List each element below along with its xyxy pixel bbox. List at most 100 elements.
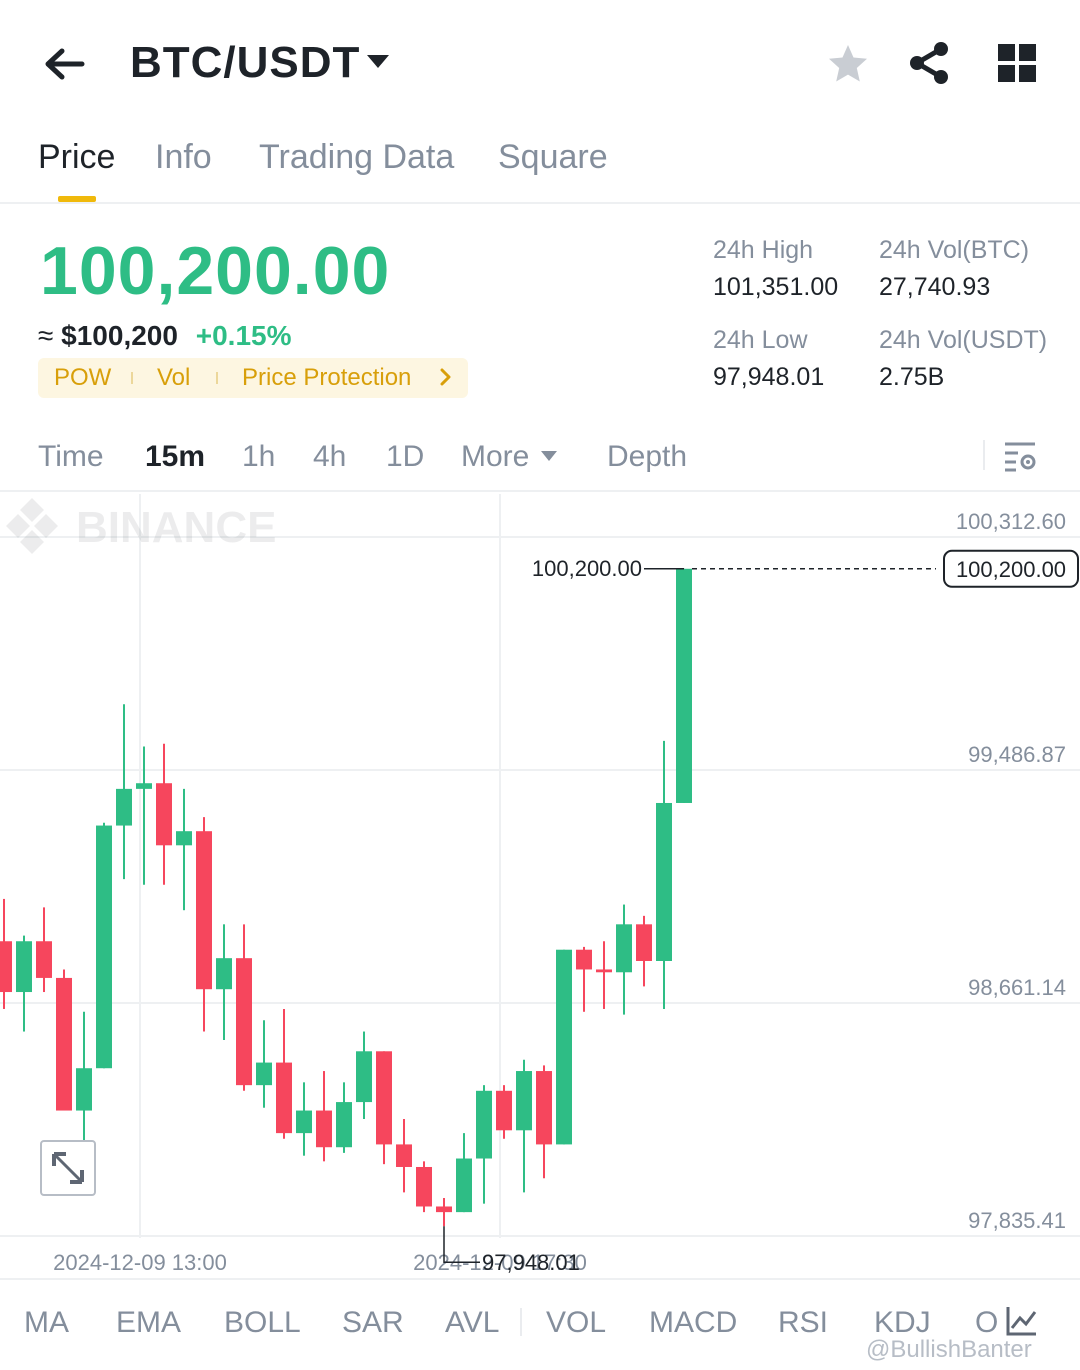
interval-depth[interactable]: Depth <box>607 440 687 474</box>
y-axis-tick-label: 99,486.87 <box>968 742 1066 767</box>
interval-4h[interactable]: 4h <box>313 440 346 474</box>
last-price-badge-label: 100,200.00 <box>956 557 1066 582</box>
stat-24h-vol-usdt: 24h Vol(USDT) 2.75B <box>879 326 1047 392</box>
star-icon[interactable] <box>826 42 870 86</box>
indicator-vol[interactable]: VOL <box>546 1306 606 1340</box>
candle-body <box>116 788 132 826</box>
stat-value: 101,351.00 <box>713 273 839 301</box>
stat-24h-vol-btc: 24h Vol(BTC) 27,740.93 <box>879 236 1029 302</box>
candle-body <box>456 1158 472 1213</box>
candle-body <box>576 949 592 970</box>
stat-value: 2.75B <box>879 363 945 391</box>
indicator-ema[interactable]: EMA <box>116 1306 181 1340</box>
candle-body <box>376 1051 392 1145</box>
interval-bar: Time 15m 1h 4h 1D More Depth <box>0 428 1080 492</box>
line-chart-icon[interactable] <box>1004 1304 1038 1338</box>
stat-label: 24h High <box>713 236 814 264</box>
grid-menu-icon[interactable] <box>996 42 1038 84</box>
y-axis-tick-label: 100,312.60 <box>956 509 1066 534</box>
candle-body <box>516 1071 532 1131</box>
credit-watermark: @BullishBanter <box>866 1336 1032 1363</box>
indicator-boll[interactable]: BOLL <box>224 1306 301 1340</box>
fullscreen-button[interactable] <box>40 1140 96 1196</box>
approx-symbol: ≈ <box>38 320 54 351</box>
app-header: BTC/USDT <box>0 0 1080 120</box>
tag-vol[interactable]: Vol <box>157 364 190 392</box>
interval-1h[interactable]: 1h <box>242 440 275 474</box>
interval-more[interactable]: More <box>461 440 529 474</box>
candle-body <box>496 1090 512 1131</box>
price-chart[interactable]: 100,312.60 99,486.87 98,661.14 97,835.41 202… <box>0 494 1080 1278</box>
x-axis-tick-label: 2024-12-09 13:00 <box>53 1250 227 1275</box>
fiat-price: $100,200 <box>61 320 178 351</box>
candle-body <box>96 825 112 1069</box>
candlestick-chart[interactable]: 100,312.60 99,486.87 98,661.14 97,835.41 202… <box>0 494 1080 1278</box>
high-marker-label: 100,200.00 <box>532 556 642 581</box>
indicator-avl[interactable]: AVL <box>445 1306 499 1340</box>
tag-bar[interactable]: POW Vol Price Protection <box>38 358 468 398</box>
chart-settings-icon[interactable] <box>1002 438 1038 474</box>
stat-value: 27,740.93 <box>879 273 991 301</box>
tab-square[interactable]: Square <box>498 138 608 177</box>
main-tabs: Price Info Trading Data Square <box>0 120 1080 204</box>
indicator-ma[interactable]: MA <box>24 1306 69 1340</box>
tag-pow[interactable]: POW <box>54 364 111 392</box>
stat-24h-high: 24h High 101,351.00 <box>713 236 838 302</box>
stat-label: 24h Low <box>713 326 808 354</box>
indicator-rsi[interactable]: RSI <box>778 1306 828 1340</box>
stat-label: 24h Vol(BTC) <box>879 236 1030 264</box>
candle-body <box>276 1062 292 1134</box>
stat-value: 97,948.01 <box>713 363 825 391</box>
interval-1d[interactable]: 1D <box>386 440 424 474</box>
share-icon[interactable] <box>906 40 952 86</box>
candle-body <box>16 941 32 993</box>
caret-down-icon[interactable] <box>540 450 558 462</box>
candle-body <box>476 1090 492 1159</box>
caret-down-icon[interactable] <box>364 52 392 72</box>
candle-body <box>296 1110 312 1134</box>
binance-watermark: BINANCE <box>6 498 276 554</box>
candle-body <box>676 568 692 803</box>
interval-15m[interactable]: 15m <box>145 440 205 474</box>
candle-body <box>596 969 612 973</box>
divider <box>520 1308 522 1336</box>
indicator-sar[interactable]: SAR <box>342 1306 404 1340</box>
divider <box>983 440 985 470</box>
chevron-right-icon[interactable] <box>438 366 454 388</box>
candle-body <box>216 958 232 990</box>
candle-body <box>236 958 252 1086</box>
tag-divider <box>131 372 133 384</box>
indicator-macd[interactable]: MACD <box>649 1306 737 1340</box>
candle-body <box>636 924 652 961</box>
tab-price[interactable]: Price <box>38 138 115 177</box>
y-axis-tick-label: 97,835.41 <box>968 1208 1066 1233</box>
candle-body <box>356 1051 372 1103</box>
tab-info[interactable]: Info <box>155 138 212 177</box>
candle-body <box>616 924 632 973</box>
candle-body <box>556 949 572 1145</box>
indicator-more[interactable]: O <box>975 1306 998 1340</box>
stat-label: 24h Vol(USDT) <box>879 326 1048 354</box>
fiat-price-line: ≈ $100,200 +0.15% <box>38 320 291 352</box>
back-arrow-icon[interactable] <box>40 40 88 88</box>
candle-body <box>176 831 192 846</box>
stat-24h-low: 24h Low 97,948.01 <box>713 326 824 392</box>
candle-body <box>196 831 212 990</box>
interval-time[interactable]: Time <box>38 440 104 474</box>
candle-body <box>76 1068 92 1111</box>
trading-pair-title[interactable]: BTC/USDT <box>130 38 360 88</box>
expand-icon <box>52 1152 84 1184</box>
candle-body <box>136 783 152 789</box>
candle-body <box>156 783 172 846</box>
tab-trading-data[interactable]: Trading Data <box>259 138 454 177</box>
candle-body <box>656 802 672 961</box>
indicator-kdj[interactable]: KDJ <box>874 1306 931 1340</box>
tag-divider <box>216 372 218 384</box>
candle-body <box>336 1102 352 1148</box>
candle-body <box>396 1144 412 1167</box>
active-tab-indicator <box>58 196 96 202</box>
candle-body <box>56 977 72 1111</box>
candle-body <box>316 1110 332 1148</box>
tag-price-protection[interactable]: Price Protection <box>242 364 411 392</box>
watermark-text: BINANCE <box>76 503 276 552</box>
